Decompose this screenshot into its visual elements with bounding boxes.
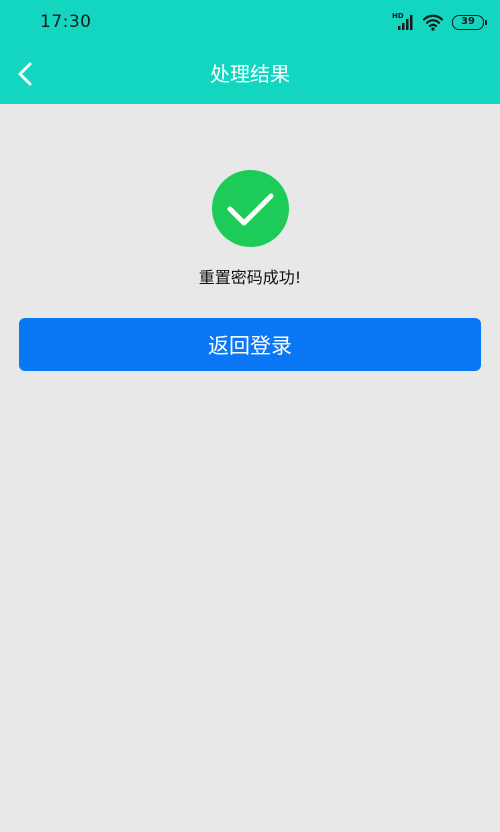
signal-strength-icon: HD — [392, 13, 414, 31]
reset-password-result-screen: 17:30 HD 39 处理结果 重置密码成功! 返回登录 — [0, 0, 500, 832]
page-title: 处理结果 — [210, 62, 290, 86]
status-icons: HD 39 — [392, 11, 487, 33]
network-label: HD — [392, 12, 404, 20]
status-time: 17:30 — [40, 12, 92, 32]
return-login-button[interactable]: 返回登录 — [19, 318, 481, 371]
battery-icon: 39 — [452, 14, 487, 30]
battery-level: 39 — [461, 16, 475, 27]
wifi-icon — [422, 14, 444, 31]
check-circle-icon — [212, 170, 289, 247]
status-bar: 17:30 HD 39 — [0, 0, 500, 44]
title-bar: 处理结果 — [0, 44, 500, 104]
success-message: 重置密码成功! — [198, 268, 302, 287]
